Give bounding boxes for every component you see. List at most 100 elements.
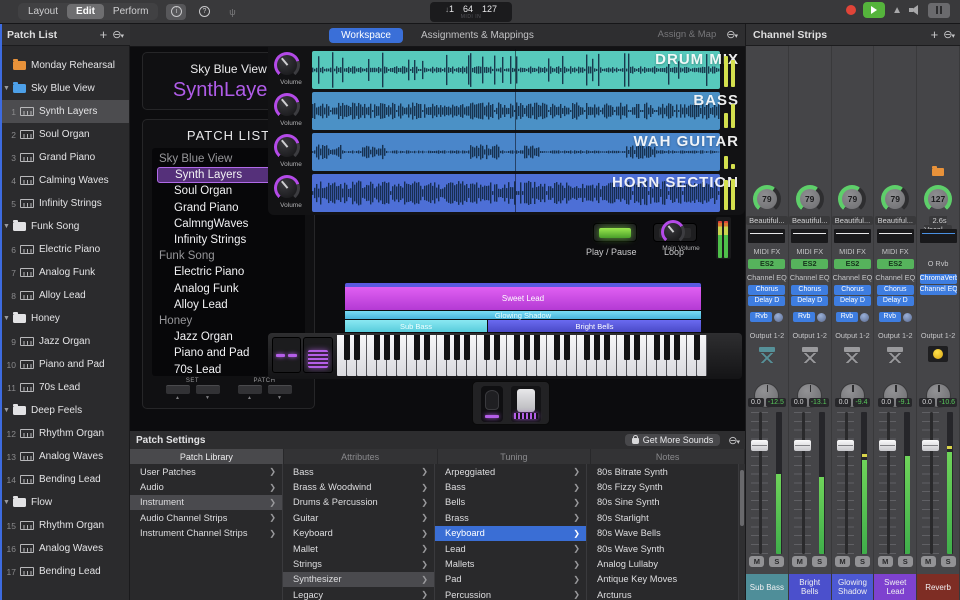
eq-thumbnail[interactable] — [748, 229, 785, 243]
black-key[interactable] — [634, 335, 640, 360]
output-slot[interactable]: Output 1-2 — [832, 331, 874, 340]
workspace-action-menu[interactable]: ⊖▾ — [726, 28, 737, 41]
strip-name-label[interactable]: Bright Bells — [789, 574, 831, 600]
screen-item-electric-piano[interactable]: Electric Piano — [152, 264, 305, 280]
drawbar-control[interactable] — [303, 337, 333, 373]
strip-name-label[interactable]: Sweet Lead — [874, 574, 916, 600]
library-item-antique-key-moves[interactable]: Antique Key Moves — [587, 572, 738, 587]
send-knob[interactable] — [903, 313, 912, 322]
mute-button[interactable]: M — [792, 556, 807, 567]
audio-fx-slot[interactable]: Chorus — [834, 285, 871, 295]
tab-attributes[interactable]: Attributes — [284, 449, 438, 464]
metronome-icon[interactable]: ▲ — [892, 5, 902, 16]
tuner-button[interactable]: ψ — [222, 4, 242, 20]
set-row-deep-feels[interactable]: ▼Deep Feels — [0, 399, 129, 422]
instrument-slot[interactable]: ES2 — [748, 259, 785, 269]
strip-name-label[interactable]: Glowing Shadow — [832, 574, 874, 600]
black-key[interactable] — [384, 335, 390, 360]
eq-thumbnail[interactable] — [920, 229, 957, 243]
black-key[interactable] — [494, 335, 500, 360]
gain-knob[interactable]: 79 — [881, 185, 909, 213]
black-key[interactable] — [674, 335, 680, 360]
library-item-bells[interactable]: Bells❯ — [435, 495, 586, 510]
audio-fx-slot[interactable]: Chorus — [748, 285, 785, 295]
mode-button-perform[interactable]: Perform — [104, 4, 158, 19]
channel-eq-slot[interactable]: Channel EQ — [832, 273, 874, 282]
library-item-audio-channel-strips[interactable]: Audio Channel Strips❯ — [130, 510, 282, 525]
audio-fx-slot[interactable]: Delay D — [791, 296, 828, 306]
layer-sub-bass[interactable]: Sub Bass — [345, 320, 487, 332]
audio-fx-slot[interactable]: Chorus — [877, 285, 914, 295]
mute-button[interactable]: M — [921, 556, 936, 567]
layer-bright-bells[interactable]: Bright Bells — [488, 320, 701, 332]
black-key[interactable] — [554, 335, 560, 360]
output-slot[interactable]: Output 1-2 — [746, 331, 788, 340]
fader-cap[interactable] — [837, 440, 854, 451]
track-volume-knob-dial[interactable] — [274, 52, 300, 78]
library-item-80s-fizzy-synth[interactable]: 80s Fizzy Synth — [587, 479, 738, 494]
fader-cap[interactable] — [794, 440, 811, 451]
sustain-pedal[interactable] — [511, 386, 541, 422]
library-item-80s-starlight[interactable]: 80s Starlight — [587, 510, 738, 525]
audio-fx-slot[interactable]: Delay D — [877, 296, 914, 306]
set-row-honey[interactable]: ▼Honey — [0, 307, 129, 330]
library-item-arpeggiated[interactable]: Arpeggiated❯ — [435, 464, 586, 479]
black-key[interactable] — [454, 335, 460, 360]
set-up-button[interactable] — [166, 385, 190, 394]
patch-row-analog-waves[interactable]: 16Analog Waves — [0, 537, 129, 560]
black-key[interactable] — [524, 335, 530, 360]
set-row-funk-song[interactable]: ▼Funk Song — [0, 215, 129, 238]
tab-workspace[interactable]: Workspace — [329, 28, 403, 43]
set-down-button[interactable] — [196, 385, 220, 394]
play-button[interactable] — [863, 2, 885, 18]
library-item-80s-wave-bells[interactable]: 80s Wave Bells — [587, 526, 738, 541]
audio-fx-slot[interactable]: Chorus — [791, 285, 828, 295]
solo-button[interactable]: S — [812, 556, 827, 567]
patch-row-bending-lead[interactable]: 17Bending Lead — [0, 560, 129, 583]
patch-row-electric-piano[interactable]: 6Electric Piano — [0, 238, 129, 261]
black-key[interactable] — [344, 335, 350, 360]
solo-button[interactable]: S — [769, 556, 784, 567]
patch-up-button[interactable] — [238, 385, 262, 394]
library-item-user-patches[interactable]: User Patches❯ — [130, 464, 282, 479]
layer-glowing-shadow[interactable]: Glowing Shadow — [345, 311, 701, 319]
send-knob[interactable] — [817, 313, 826, 322]
assign-map-button[interactable]: Assign & Map — [658, 29, 717, 40]
library-item-pad[interactable]: Pad❯ — [435, 572, 586, 587]
main-volume[interactable] — [661, 220, 701, 244]
library-item-percussion[interactable]: Percussion❯ — [435, 587, 586, 600]
main-volume-knob[interactable] — [661, 220, 701, 244]
channel-strips-panel-toggle[interactable] — [928, 3, 950, 18]
fader-cap[interactable] — [922, 440, 939, 451]
library-item-mallets[interactable]: Mallets❯ — [435, 556, 586, 571]
screen-item-honey[interactable]: Honey — [152, 313, 305, 329]
set-row-sky-blue-view[interactable]: ▼Sky Blue View — [0, 77, 129, 100]
library-item-80s-wave-synth[interactable]: 80s Wave Synth — [587, 541, 738, 556]
send-knob[interactable] — [860, 313, 869, 322]
speaker-icon[interactable] — [909, 5, 921, 15]
screen-item-alloy-lead[interactable]: Alloy Lead — [152, 297, 305, 313]
eq-thumbnail[interactable] — [877, 229, 914, 243]
send-slot[interactable]: Rvb — [832, 312, 874, 322]
channel-eq-slot[interactable]: Channel EQ — [789, 273, 831, 282]
patch-row-synth-layers[interactable]: 1Synth Layers — [0, 100, 129, 123]
patch-row-grand-piano[interactable]: 3Grand Piano — [0, 146, 129, 169]
black-key[interactable] — [694, 335, 700, 360]
set-row-monday-rehearsal[interactable]: Monday Rehearsal — [0, 54, 129, 77]
gain-knob[interactable]: 79 — [753, 185, 781, 213]
main-volume-dial[interactable] — [661, 220, 685, 244]
send-slot[interactable]: Rvb — [746, 312, 788, 322]
black-key[interactable] — [624, 335, 630, 360]
get-more-sounds-button[interactable]: Get More Sounds — [625, 434, 721, 446]
black-key[interactable] — [414, 335, 420, 360]
library-item-legacy[interactable]: Legacy❯ — [283, 587, 434, 600]
patch-row-infinity-strings[interactable]: 5Infinity Strings — [0, 192, 129, 215]
black-key[interactable] — [654, 335, 660, 360]
patch-row-calming-waves[interactable]: 4Calming Waves — [0, 169, 129, 192]
screen-item-analog-funk[interactable]: Analog Funk — [152, 281, 305, 297]
library-item-keyboard[interactable]: Keyboard❯ — [435, 526, 586, 541]
library-item-brass[interactable]: Brass❯ — [435, 510, 586, 525]
library-item-synthesizer[interactable]: Synthesizer❯ — [283, 572, 434, 587]
output-slot[interactable]: Output 1-2 — [917, 331, 959, 340]
patch-row-piano-and-pad[interactable]: 10Piano and Pad — [0, 353, 129, 376]
